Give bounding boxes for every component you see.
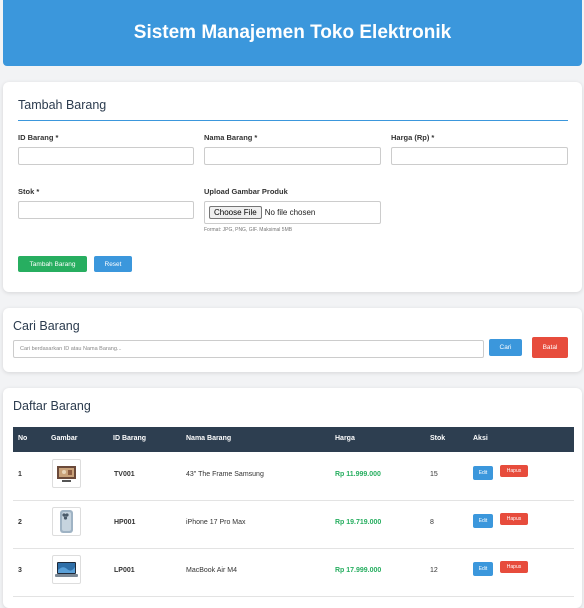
row-id: TV001 [114,471,135,478]
reset-button[interactable]: Reset [94,256,132,272]
row-no: 1 [18,471,22,478]
edit-button[interactable]: Edit [473,562,493,576]
stock-label: Stok * [18,187,40,196]
file-hint: Format: JPG, PNG, GIF. Maksimal 5MB [204,227,293,233]
col-no: No [18,435,28,442]
col-name: Nama Barang [186,435,232,442]
row-stock: 12 [430,567,438,574]
list-section-title: Daftar Barang [13,399,91,413]
page-title: Sistem Manajemen Toko Elektronik [133,22,452,43]
name-label: Nama Barang * [204,133,258,142]
search-button[interactable]: Cari [489,339,522,356]
add-item-card: Tambah Barang ID Barang * Nama Barang * … [3,82,582,292]
col-image: Gambar [51,435,78,442]
search-section-title: Cari Barang [13,319,80,333]
app-header: Sistem Manajemen Toko Elektronik [3,0,582,66]
row-name: MacBook Air M4 [186,567,237,574]
stock-input[interactable] [18,201,194,219]
choose-file-button[interactable]: Choose File [209,206,262,219]
col-id: ID Barang [113,435,147,442]
edit-button[interactable]: Edit [473,466,493,480]
row-price: Rp 17.999.000 [335,567,382,574]
row-name: 43" The Frame Samsung [186,471,264,478]
row-price: Rp 19.719.000 [335,519,382,526]
tv-icon [52,459,81,488]
table-row: 2 HP001 iPhone 17 Pro Max Rp 19.719.000 … [13,500,574,549]
file-status: No file chosen [264,208,316,217]
price-label: Harga (Rp) * [391,133,435,142]
delete-button[interactable]: Hapus [500,561,528,573]
section-divider [18,120,568,121]
table-row: 1 TV001 43" The Frame Samsung Rp 11.999.… [13,452,574,501]
table-row: 3 LP001 MacBook Air M4 Rp 17.999.000 12 … [13,548,574,597]
add-section-title: Tambah Barang [18,98,107,112]
row-stock: 8 [430,519,434,526]
row-id: HP001 [114,519,136,526]
price-input[interactable] [391,147,568,165]
phone-icon [52,507,81,536]
col-actions: Aksi [473,435,488,442]
col-stock: Stok [430,435,446,442]
laptop-icon [52,555,81,584]
delete-button[interactable]: Hapus [500,513,528,525]
row-no: 2 [18,519,22,526]
delete-button[interactable]: Hapus [500,465,528,477]
id-label: ID Barang * [18,133,59,142]
row-name: iPhone 17 Pro Max [186,519,246,526]
cancel-button[interactable]: Batal [532,337,568,358]
edit-button[interactable]: Edit [473,514,493,528]
row-id: LP001 [114,567,135,574]
row-price: Rp 11.999.000 [335,471,381,478]
name-input[interactable] [204,147,381,165]
search-card: Cari Barang Cari berdasarkan ID atau Nam… [3,308,582,372]
search-input[interactable]: Cari berdasarkan ID atau Nama Barang... [13,340,484,358]
file-input[interactable]: Choose File No file chosen [204,201,381,224]
upload-label: Upload Gambar Produk [204,187,288,196]
col-price: Harga [335,435,355,442]
row-stock: 15 [430,471,438,478]
table-header: No Gambar ID Barang Nama Barang Harga St… [13,427,574,452]
add-item-button[interactable]: Tambah Barang [18,256,87,272]
id-input[interactable] [18,147,194,165]
row-no: 3 [18,567,22,574]
item-list-card: Daftar Barang No Gambar ID Barang Nama B… [3,388,582,608]
